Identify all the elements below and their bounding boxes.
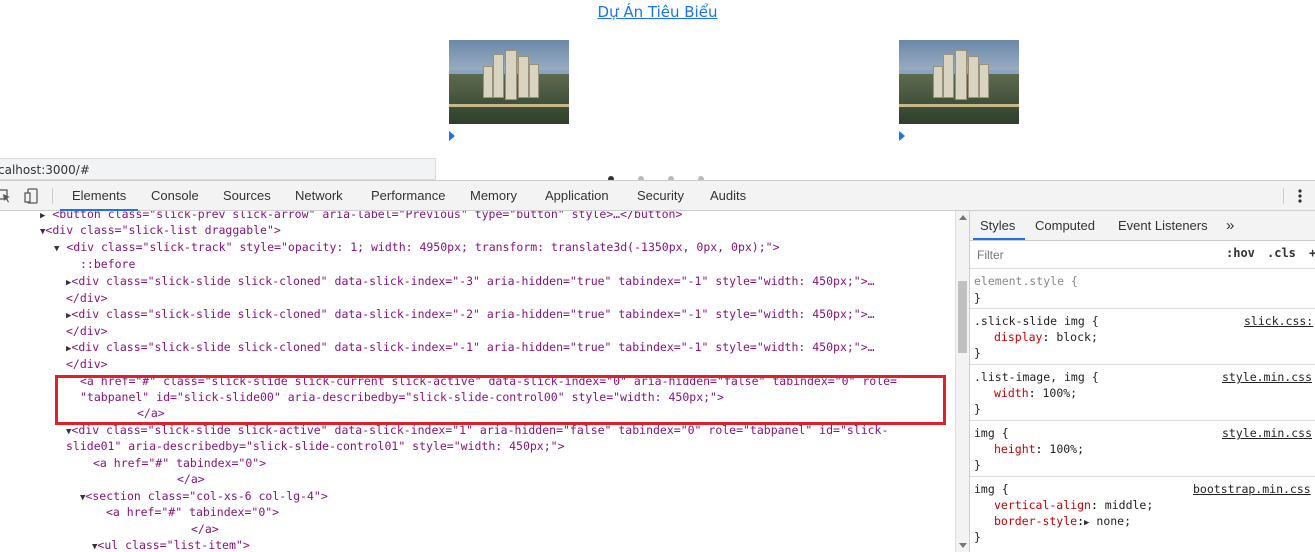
rule-close: } <box>974 458 981 472</box>
style-property[interactable]: display: block; <box>994 329 1098 345</box>
class-toggle[interactable]: .cls <box>1267 246 1296 260</box>
rule-source-link[interactable]: slick.css: <box>1244 313 1313 329</box>
more-options-icon[interactable] <box>1297 188 1303 204</box>
rule-close: } <box>974 530 981 544</box>
filter-input[interactable] <box>974 244 1219 266</box>
rule-close: } <box>974 291 981 305</box>
link-url-status: calhost:3000/# <box>0 158 436 180</box>
hover-state-toggle[interactable]: :hov <box>1226 246 1255 260</box>
active-tab-indicator <box>973 238 1025 240</box>
tab-elements[interactable]: Elements <box>72 181 126 211</box>
project-thumbnail-2[interactable] <box>899 40 1019 124</box>
tab-console[interactable]: Console <box>151 181 199 211</box>
device-toolbar-icon[interactable] <box>24 188 40 204</box>
dom-node[interactable]: ▼<div class="slick-list draggable"> <box>40 222 281 238</box>
caret-right-icon[interactable] <box>449 131 455 141</box>
rule-close: } <box>974 402 981 416</box>
rule-selector: .slick-slide img { <box>974 314 1099 328</box>
style-property[interactable]: height: 100%; <box>994 441 1084 457</box>
expand-triangle-icon[interactable]: ▶ <box>1084 518 1089 528</box>
style-property[interactable]: border-style:▶ none; <box>994 513 1131 531</box>
styles-sidebar: Styles Computed Event Listeners » :hov .… <box>969 211 1315 552</box>
dom-node[interactable]: ::before <box>80 256 135 272</box>
rule-selector: .list-image, img { <box>974 370 1099 384</box>
dom-node[interactable]: ▶<div class="slick-slide slick-cloned" d… <box>66 306 875 322</box>
dom-node: </div> <box>66 357 108 371</box>
elements-scrollbar[interactable] <box>955 211 969 552</box>
inspect-icon[interactable] <box>0 188 12 204</box>
dom-node: </div> <box>66 324 108 338</box>
style-property[interactable]: vertical-align: middle; <box>994 497 1153 513</box>
style-rule[interactable]: img { bootstrap.min.css vertical-align: … <box>970 477 1315 552</box>
project-thumbnail-1[interactable] <box>449 40 569 124</box>
scroll-thumb[interactable] <box>958 281 967 353</box>
rule-close: } <box>974 346 981 360</box>
dom-node[interactable]: ▶ <button class="slick-prev slick-arrow"… <box>40 211 682 222</box>
chevron-more-icon[interactable]: » <box>1226 211 1234 241</box>
dom-node[interactable]: slide01" aria-describedby="slick-slide-c… <box>66 438 565 454</box>
tab-performance[interactable]: Performance <box>371 181 445 211</box>
tab-audits[interactable]: Audits <box>710 181 746 211</box>
rule-source-link[interactable]: style.min.css <box>1222 425 1312 441</box>
tab-application[interactable]: Application <box>545 181 609 211</box>
dom-node[interactable]: ▼ <div class="slick-track" style="opacit… <box>54 239 780 255</box>
tab-security[interactable]: Security <box>637 181 684 211</box>
dom-node[interactable]: <a href="#" tabindex="0"> <box>93 455 266 471</box>
highlight-annotation-box <box>55 375 946 425</box>
dom-node[interactable]: ▶<div class="slick-slide slick-cloned" d… <box>66 339 875 355</box>
tab-event-listeners[interactable]: Event Listeners <box>1118 211 1208 241</box>
style-property[interactable]: width: 100%; <box>994 385 1077 401</box>
dom-node: </div> <box>66 291 108 305</box>
dom-node: </a> <box>177 472 205 486</box>
dom-node[interactable]: <a href="#" tabindex="0"> <box>106 504 279 520</box>
style-rule[interactable]: img { style.min.css height: 100%; } <box>970 421 1315 477</box>
featured-projects-link[interactable]: Dự Án Tiêu Biểu <box>0 3 1315 21</box>
elements-dom-tree[interactable]: ▶ <button class="slick-prev slick-arrow"… <box>0 211 955 552</box>
styles-filter-row: :hov .cls + <box>970 241 1315 269</box>
toolbar-divider <box>52 188 53 204</box>
toolbar-divider <box>1283 188 1284 204</box>
rule-source-link[interactable]: style.min.css <box>1222 369 1312 385</box>
sidebar-tabs: Styles Computed Event Listeners » <box>970 211 1315 241</box>
tab-styles[interactable]: Styles <box>980 211 1015 241</box>
tab-network[interactable]: Network <box>295 181 343 211</box>
dom-node[interactable]: ▼<ul class="list-item"> <box>92 537 250 552</box>
rule-selector: element.style { <box>974 274 1078 288</box>
page-viewport: Dự Án Tiêu Biểu calhost:3000/# <box>0 0 1315 182</box>
dom-node[interactable]: ▶<div class="slick-slide slick-cloned" d… <box>66 273 875 289</box>
style-rule[interactable]: .list-image, img { style.min.css width: … <box>970 365 1315 421</box>
caret-right-icon[interactable] <box>899 131 905 141</box>
tab-sources[interactable]: Sources <box>223 181 271 211</box>
dom-node: </a> <box>191 522 219 536</box>
dom-node[interactable]: ▼<section class="col-xs-6 col-lg-4"> <box>80 488 328 504</box>
rule-selector: img { <box>974 426 1009 440</box>
rule-source-link[interactable]: bootstrap.min.css <box>1193 481 1311 497</box>
devtools-toolbar: Elements Console Sources Network Perform… <box>0 180 1315 211</box>
scroll-down-icon[interactable] <box>959 543 967 548</box>
scroll-up-icon[interactable] <box>959 215 967 220</box>
add-rule-button[interactable]: + <box>1309 246 1315 260</box>
tab-memory[interactable]: Memory <box>470 181 517 211</box>
style-rule[interactable]: element.style { } <box>970 269 1315 309</box>
rule-selector: img { <box>974 482 1009 496</box>
style-rule[interactable]: .slick-slide img { slick.css: display: b… <box>970 309 1315 365</box>
tab-computed[interactable]: Computed <box>1035 211 1095 241</box>
